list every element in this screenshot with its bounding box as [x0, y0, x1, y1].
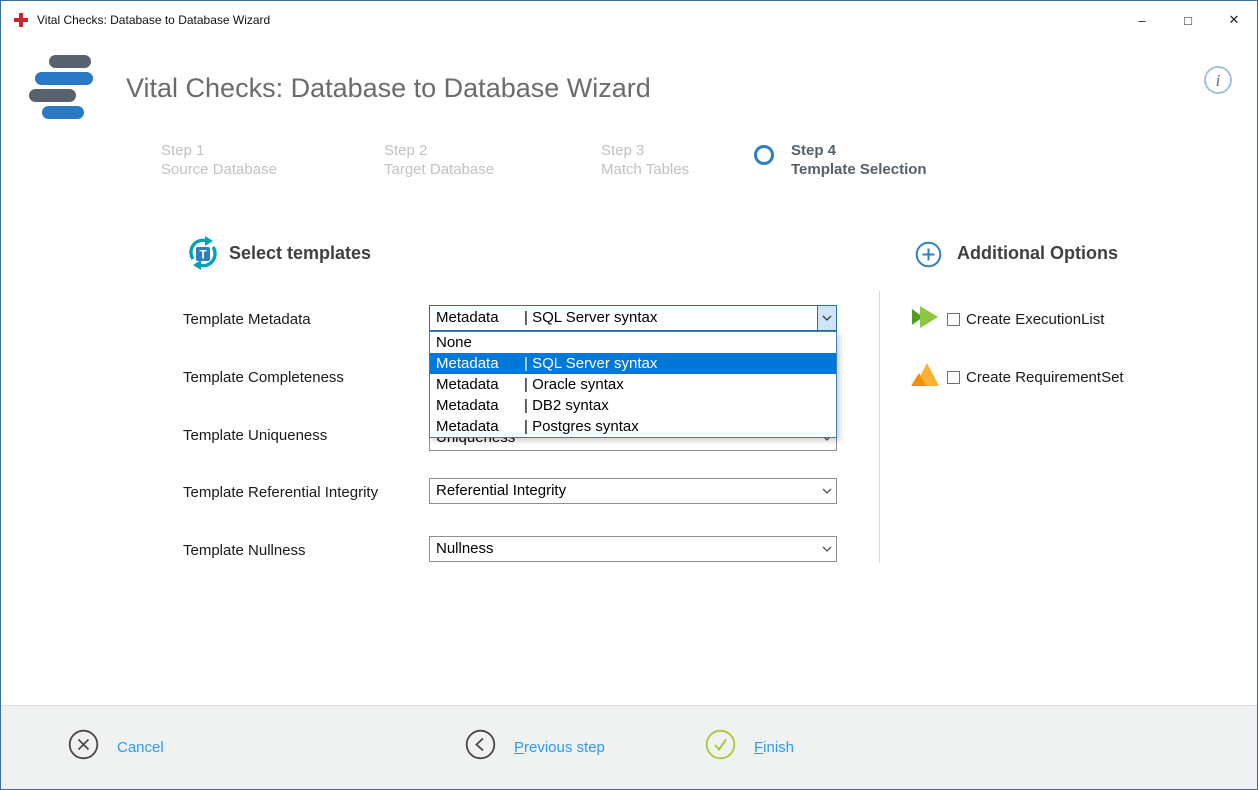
- dropdown-option-sql-server[interactable]: Metadata| SQL Server syntax: [430, 353, 836, 374]
- window-title: Vital Checks: Database to Database Wizar…: [37, 13, 270, 27]
- finish-label[interactable]: Finish: [754, 739, 794, 756]
- step-number: Step 1: [161, 141, 277, 160]
- create-execution-list-option[interactable]: Create ExecutionList: [947, 311, 1104, 328]
- svg-text:T: T: [199, 248, 207, 262]
- cancel-circle-x-icon[interactable]: [68, 729, 99, 765]
- page-title: Vital Checks: Database to Database Wizar…: [126, 73, 651, 104]
- label-template-metadata: Template Metadata: [183, 311, 311, 328]
- create-requirement-set-checkbox[interactable]: [947, 371, 960, 384]
- step-number: Step 4: [791, 141, 927, 160]
- step-3-match-tables: Step 3 Match Tables: [601, 141, 689, 179]
- combo-template-nullness[interactable]: Nullness: [429, 536, 837, 562]
- create-execution-list-label: Create ExecutionList: [966, 311, 1104, 328]
- dropdown-option-oracle[interactable]: Metadata| Oracle syntax: [430, 374, 836, 395]
- template-sync-icon: T: [185, 235, 221, 276]
- logo-bar: [29, 89, 76, 102]
- label-template-referential-integrity: Template Referential Integrity: [183, 484, 378, 501]
- chevron-down-icon[interactable]: [817, 537, 836, 561]
- step-name: Template Selection: [791, 160, 927, 179]
- plus-circle-icon: [915, 241, 942, 273]
- logo-bar: [42, 106, 84, 119]
- requirement-set-icon: [911, 361, 939, 393]
- close-button[interactable]: ✕: [1211, 1, 1257, 39]
- dropdown-option-none[interactable]: None: [430, 332, 836, 353]
- vertical-divider: [879, 291, 880, 563]
- label-template-uniqueness: Template Uniqueness: [183, 427, 327, 444]
- titlebar: Vital Checks: Database to Database Wizar…: [1, 1, 1257, 39]
- cancel-label[interactable]: Cancel: [117, 739, 164, 756]
- previous-step-button[interactable]: Previous step: [465, 729, 605, 765]
- chevron-down-icon[interactable]: [817, 479, 836, 503]
- step-name: Target Database: [384, 160, 494, 179]
- combo-value-syntax: | SQL Server syntax: [524, 309, 657, 326]
- combo-template-metadata[interactable]: Metadata| SQL Server syntax: [429, 305, 837, 331]
- back-chevron-circle-icon[interactable]: [465, 729, 496, 765]
- app-red-cross-icon: [13, 12, 29, 33]
- logo-bar: [35, 72, 93, 85]
- finish-check-circle-icon[interactable]: [705, 729, 736, 765]
- svg-text:i: i: [1216, 71, 1221, 90]
- label-template-nullness: Template Nullness: [183, 542, 306, 559]
- minimize-button[interactable]: –: [1119, 1, 1165, 39]
- additional-options-heading: Additional Options: [957, 243, 1118, 264]
- info-icon[interactable]: i: [1203, 65, 1233, 100]
- step-number: Step 3: [601, 141, 689, 160]
- combo-template-referential-integrity[interactable]: Referential Integrity: [429, 478, 837, 504]
- chevron-down-icon[interactable]: [817, 306, 836, 330]
- combo-value-name: Metadata: [436, 306, 524, 330]
- label-template-completeness: Template Completeness: [183, 369, 344, 386]
- finish-button[interactable]: Finish: [705, 729, 794, 765]
- dropdown-option-db2[interactable]: Metadata| DB2 syntax: [430, 395, 836, 416]
- current-step-indicator-icon: [754, 145, 774, 165]
- combo-value: Nullness: [436, 540, 494, 557]
- step-name: Source Database: [161, 160, 277, 179]
- execution-list-icon: [911, 303, 939, 335]
- create-requirement-set-label: Create RequirementSet: [966, 369, 1124, 386]
- step-2-target-database: Step 2 Target Database: [384, 141, 494, 179]
- step-number: Step 2: [384, 141, 494, 160]
- footer-bar: Cancel Previous step Finish: [1, 705, 1257, 789]
- window-controls: – □ ✕: [1119, 1, 1257, 39]
- step-name: Match Tables: [601, 160, 689, 179]
- dropdown-option-postgres[interactable]: Metadata| Postgres syntax: [430, 416, 836, 437]
- create-requirement-set-option[interactable]: Create RequirementSet: [947, 369, 1124, 386]
- app-logo: [29, 55, 109, 121]
- step-1-source-database: Step 1 Source Database: [161, 141, 277, 179]
- combo-value: Referential Integrity: [436, 482, 566, 499]
- maximize-button[interactable]: □: [1165, 1, 1211, 39]
- create-execution-list-checkbox[interactable]: [947, 313, 960, 326]
- step-4-template-selection: Step 4 Template Selection: [791, 141, 927, 179]
- metadata-dropdown-list: None Metadata| SQL Server syntax Metadat…: [429, 331, 837, 438]
- app-window: Vital Checks: Database to Database Wizar…: [0, 0, 1258, 790]
- previous-step-label[interactable]: Previous step: [514, 739, 605, 756]
- cancel-button[interactable]: Cancel: [68, 729, 164, 765]
- select-templates-heading: Select templates: [229, 243, 371, 264]
- logo-bar: [49, 55, 91, 68]
